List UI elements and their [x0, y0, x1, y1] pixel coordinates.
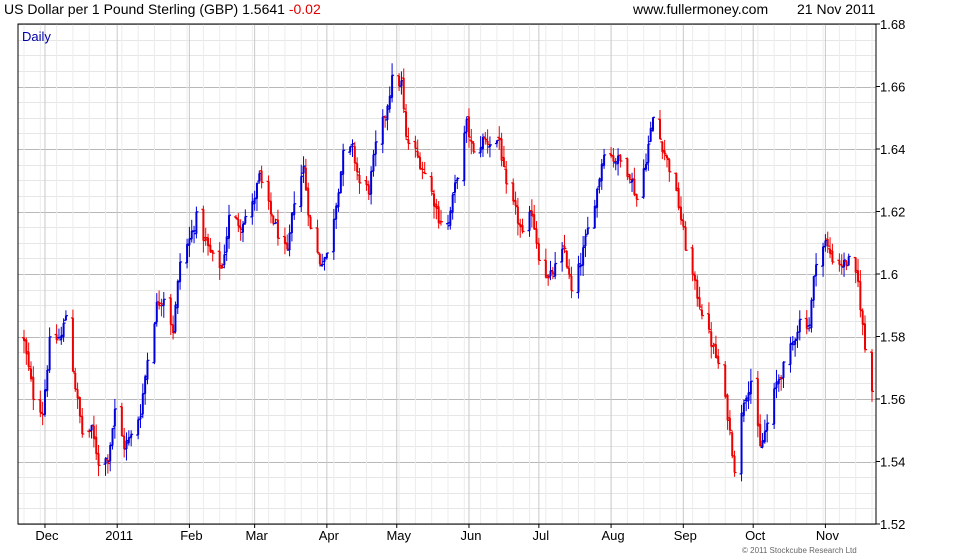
price-bar [348, 145, 353, 156]
x-tick-label: Aug [602, 528, 625, 543]
price-bar [129, 430, 134, 447]
price-bar [658, 109, 662, 140]
price-bar [401, 68, 406, 113]
price-bar [429, 172, 434, 196]
price-bar [422, 161, 427, 175]
price-bar [706, 302, 711, 334]
price-bar [380, 109, 385, 154]
price-bar [772, 382, 777, 429]
price-bar [611, 148, 616, 168]
price-bar [809, 297, 814, 333]
y-tick-label: 1.62 [880, 205, 905, 220]
y-tick-label: 1.54 [880, 455, 905, 470]
period-label: Daily [22, 29, 51, 44]
price-bar [240, 221, 245, 243]
x-tick-label: May [386, 528, 411, 543]
x-tick-label: Oct [745, 528, 766, 543]
grid [18, 24, 876, 525]
price-bar [487, 136, 492, 158]
x-tick-label: Sep [674, 528, 697, 543]
price-bar [576, 255, 581, 299]
x-tick-label: Feb [180, 528, 202, 543]
price-bar [136, 416, 141, 440]
price-bar [821, 242, 826, 277]
price-bar [63, 310, 68, 321]
price-bar [47, 327, 52, 373]
price-bar [315, 219, 320, 254]
y-tick-label: 1.6 [880, 267, 898, 282]
x-tick-label: Nov [816, 528, 840, 543]
price-bar [54, 324, 59, 344]
y-tick-label: 1.66 [880, 80, 905, 95]
price-bar [837, 253, 842, 272]
price-bar [667, 158, 672, 182]
x-tick-label: Mar [245, 528, 268, 543]
price-chart: 1.52 1.54 1.56 1.58 1.6 1.62 1.64 1.66 1.68 Dec 20… [17, 17, 905, 543]
price-bar [804, 310, 809, 335]
price-bar [250, 193, 255, 225]
price-bar [282, 227, 287, 255]
price-bar [471, 140, 476, 154]
price-bar [564, 250, 569, 269]
x-tick-label: 2011 [105, 528, 133, 543]
y-tick-label: 1.68 [880, 17, 905, 32]
x-tick-label: Jun [460, 528, 481, 543]
price-bar [303, 158, 308, 191]
price-bar [634, 193, 639, 207]
price-bar [730, 430, 735, 459]
price-bar [161, 292, 166, 318]
price-bar [585, 216, 590, 235]
x-tick-label: Jul [533, 528, 550, 543]
price-bar [494, 139, 499, 148]
price-bar [462, 125, 467, 186]
price-bar [194, 206, 199, 239]
price-bar [243, 209, 248, 225]
y-tick-label: 1.64 [880, 142, 905, 157]
x-tick-label: Dec [35, 528, 59, 543]
price-bar [119, 402, 124, 437]
y-tick-label: 1.56 [880, 392, 905, 407]
price-bar [793, 337, 798, 357]
price-bar [870, 349, 874, 402]
y-tick-label: 1.52 [880, 517, 905, 532]
x-tick-label: Apr [319, 528, 340, 543]
price-bar [152, 322, 157, 365]
price-bar [713, 335, 718, 359]
copyright: © 2011 Stockcube Research Ltd [742, 546, 857, 555]
price-bar [70, 309, 75, 373]
price-bar [543, 248, 548, 279]
price-bar [532, 204, 537, 230]
y-tick-label: 1.58 [880, 330, 905, 345]
axis-ticks: 1.52 1.54 1.56 1.58 1.6 1.62 1.64 1.66 1.68 Dec 20… [35, 17, 905, 543]
price-bar [553, 251, 558, 280]
price-bar [723, 361, 728, 399]
